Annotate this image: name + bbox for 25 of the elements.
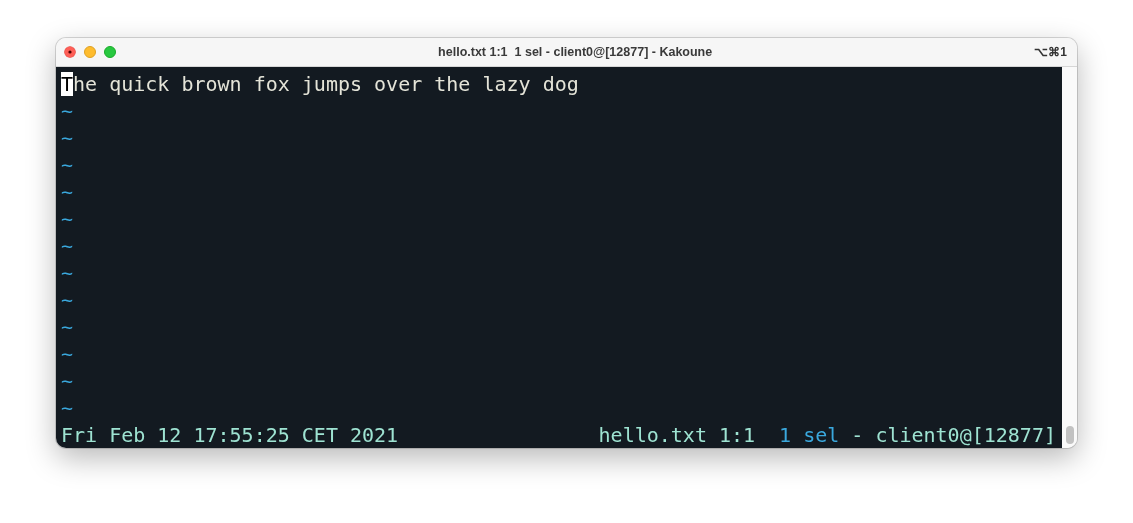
empty-line-marker: ~: [61, 179, 74, 206]
scrollbar[interactable]: [1062, 67, 1077, 448]
close-button[interactable]: [64, 46, 76, 58]
empty-line-marker: ~: [61, 233, 74, 260]
empty-line-marker: ~: [61, 125, 74, 152]
status-text: client0@[12877]: [875, 422, 1056, 448]
clock-text: Fri Feb 12 17:55:25 CET 2021: [61, 422, 399, 448]
window-title: hello.txt 1:1 1 sel - client0@[12877] - Kakoune: [437, 45, 714, 59]
empty-line-marker: ~: [61, 260, 74, 287]
empty-line-marker: ~: [61, 395, 74, 422]
empty-line-marker: ~: [61, 314, 74, 341]
empty-line-marker: ~: [61, 206, 74, 233]
status-text: hello.txt 1:1: [598, 422, 756, 448]
scrollbar-thumb[interactable]: [1065, 426, 1074, 444]
empty-line-marker: ~: [61, 368, 74, 395]
status-text: 1 sel: [779, 422, 840, 448]
empty-line-marker: ~: [61, 287, 74, 314]
empty-line-marker: ~: [61, 152, 74, 179]
minimize-button[interactable]: [84, 46, 96, 58]
text-line: The quick brown fox jumps over the lazy dog: [61, 71, 579, 98]
empty-line-marker: ~: [61, 341, 74, 368]
empty-line-marker: ~: [61, 98, 74, 125]
shortcut-label: ⌥⌘1: [1034, 45, 1068, 59]
zoom-button[interactable]: [104, 46, 116, 58]
status-text: -: [851, 422, 864, 448]
